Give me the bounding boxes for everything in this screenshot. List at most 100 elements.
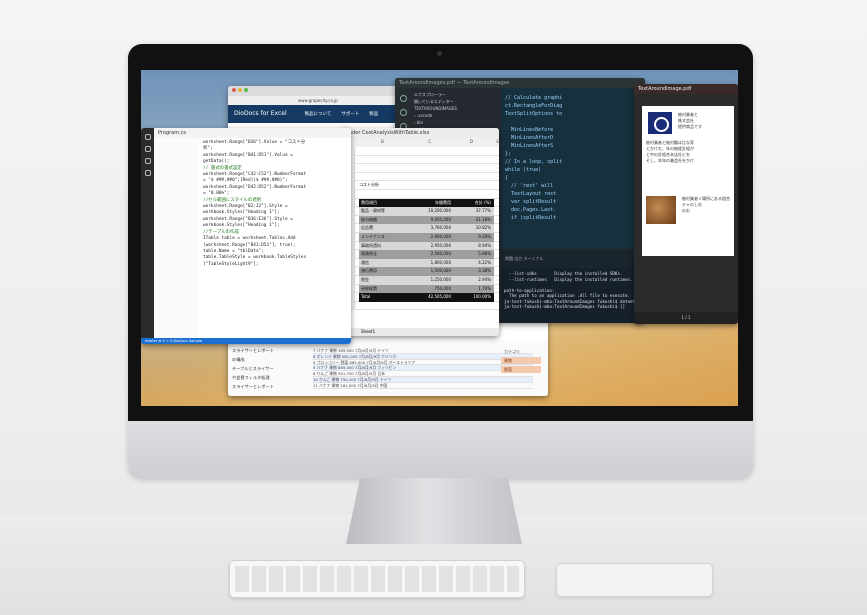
side-item[interactable]: スライサーとレポート [232, 346, 312, 355]
table-cell[interactable]: 2,950,000 [411, 242, 451, 251]
column-header[interactable]: E [493, 138, 499, 147]
files-icon[interactable] [144, 134, 151, 140]
table-cell[interactable]: 750,000 [411, 285, 451, 294]
sheet-row: 46事務所賃料2,950,0008.94% [341, 241, 499, 251]
table-cell[interactable]: 37.77% [451, 207, 491, 216]
code-editor-dark[interactable]: // Calculate graphi ct.RectangleForDiag … [501, 88, 645, 248]
table-cell[interactable]: 事務所賃料 [359, 242, 411, 251]
explorer-item[interactable]: 開いているエディター [414, 98, 498, 105]
table-cell[interactable]: 42,505,000 [411, 293, 451, 302]
code-editor-window: Program.cs worksheet.Range["B36"].Value … [141, 128, 351, 344]
editor-gutter [154, 138, 199, 338]
explorer-item[interactable]: › bin [414, 119, 498, 126]
table-cell[interactable]: メンテナンス [359, 233, 411, 242]
panel-tabs[interactable]: 問題 出力 ターミナル [501, 250, 645, 268]
sheet-row: 43給与総額9,005,00021.18% [341, 215, 499, 225]
search-icon[interactable] [144, 146, 151, 152]
table-cell[interactable]: 税金 [359, 276, 411, 285]
column-header[interactable]: C [410, 138, 450, 147]
sheet-row: 37 [341, 164, 499, 173]
terminal-output[interactable]: --list-sdks Display the installed SDKs. … [501, 268, 645, 323]
table-cell[interactable]: 3,760,000 [411, 224, 451, 233]
table-cell[interactable]: 通信 [359, 259, 411, 268]
code-lines[interactable]: worksheet.Range["B36"].Value = "コスト分 析"; w… [203, 140, 349, 268]
vscode-titlebar: TextAroundImages.pdf — TextAroundImages [395, 78, 645, 88]
table-cell[interactable]: 費用項目 [359, 199, 411, 208]
table-row: メンテナンス 2,960,000 9.28% [359, 232, 494, 242]
table-cell[interactable]: 給与総額 [359, 216, 411, 225]
table-cell[interactable]: 広告費 [359, 224, 411, 233]
site-data-table: 7 バナナ 果物 165,000 7月/8月/9月 ドイツ 8 オレンジ 果物 … [313, 348, 533, 389]
pdf-toolbar[interactable]: 1 / 1 [634, 312, 738, 324]
table-cell[interactable]: 9.28% [451, 233, 491, 242]
table-cell[interactable]: 10,200,000 [411, 207, 451, 216]
table-row: 費用項目 年間費用 合計 (%) [359, 198, 494, 208]
pdf-text-lower: 柚村業者ミ場所にある組合 キャのし社 のお [682, 196, 730, 213]
column-header[interactable]: B [356, 138, 408, 147]
table-cell[interactable]: 4.22% [451, 259, 491, 268]
column-header[interactable]: D [451, 138, 491, 147]
sheet-row: 50税金1,250,0002.94% [341, 275, 499, 285]
camera-icon [437, 51, 442, 56]
company-logo-icon [648, 112, 672, 134]
search-icon[interactable] [399, 109, 407, 116]
table-cell[interactable]: 5.88% [451, 250, 491, 259]
table-cell[interactable]: 年間費用 [411, 199, 451, 208]
editor-tab[interactable]: Program.cs [154, 128, 351, 138]
table-cell[interactable]: 1,250,000 [411, 276, 451, 285]
table-cell[interactable]: 21.18% [451, 216, 491, 225]
table-cell[interactable]: 保険保全 [359, 250, 411, 259]
table-row: 通信 1,800,000 4.22% [359, 258, 494, 268]
side-item[interactable]: テーブルとスライサー [232, 364, 312, 373]
table-cell[interactable]: 2,500,000 [411, 250, 451, 259]
pdf-viewer-window: TextAroundImage.pdf 柚村業者と 株式会社 提供商品です 柚村… [634, 84, 738, 324]
table-cell[interactable]: 9,005,000 [411, 216, 451, 225]
sheet-row: 45メンテナンス2,960,0009.28% [341, 232, 499, 242]
pdf-titlebar: TextAroundImage.pdf [634, 84, 738, 94]
table-cell[interactable]: 3.38% [451, 267, 491, 276]
sheet-row: 41費用項目年間費用合計 (%) [341, 198, 499, 208]
table-cell[interactable]: 2,960,000 [411, 233, 451, 242]
table-cell[interactable]: 製品・資材等 [359, 207, 411, 216]
sheet-tab[interactable]: Sheet1 [341, 328, 499, 336]
table-cell[interactable]: 研修経費 [359, 285, 411, 294]
side-item[interactable]: スライサーとレポート [232, 382, 312, 391]
table-cell[interactable]: 10.82% [451, 224, 491, 233]
sheet-row: 47保険保全2,500,0005.88% [341, 250, 499, 259]
table-cell[interactable]: 8.94% [451, 242, 491, 251]
table-cell[interactable]: 旅行費用 [359, 267, 411, 276]
files-icon[interactable] [399, 95, 407, 102]
table-cell[interactable]: 100.00% [451, 293, 491, 302]
table-row: 11 バナナ 果物 181,000 7月/8月/9月 中国 [313, 383, 533, 389]
sheet-row: 39コスト分析 [341, 181, 499, 190]
keyboard [229, 560, 525, 598]
table-cell[interactable]: Total [359, 293, 411, 302]
site-side-list: スライサーとレポート の構成 テーブルとスライサー や並替フィルタ処理 スライサ… [232, 346, 312, 391]
sheet-row: 49旅行費用1,500,0003.38% [341, 267, 499, 276]
side-item[interactable]: や並替フィルタ処理 [232, 373, 312, 382]
trackpad [556, 563, 713, 597]
slicer-tag[interactable]: 野菜 [501, 366, 541, 373]
explorer-item[interactable]: › .vscode [414, 112, 498, 119]
table-cell[interactable]: 1,500,000 [411, 267, 451, 276]
nav-item-shop[interactable]: 製品 [369, 112, 378, 117]
nav-item-products[interactable]: 製品について [305, 112, 332, 117]
monitor-screen: www.grapecity.co.jp DioDocs for Excel 製品… [141, 70, 738, 406]
explorer-title: エクスプローラー [414, 92, 446, 97]
extensions-icon[interactable] [144, 170, 151, 176]
site-title[interactable]: DioDocs for Excel [234, 110, 287, 117]
table-cell[interactable]: 1,800,000 [411, 259, 451, 268]
sheet-grid[interactable]: 3536373839コスト分析4041費用項目年間費用合計 (%)42製品・資材… [341, 147, 499, 311]
side-item[interactable]: の構成 [232, 355, 312, 364]
nav-item-support[interactable]: サポート [341, 112, 359, 117]
category-slicer: カテゴリ 果物 野菜 [501, 348, 541, 375]
table-row: 旅行費用 1,500,000 3.38% [359, 267, 494, 276]
slicer-header: カテゴリ [504, 349, 520, 354]
table-cell[interactable]: 1.76% [451, 285, 491, 294]
slicer-tag[interactable]: 果物 [501, 357, 541, 364]
table-cell[interactable]: 2.94% [451, 276, 491, 285]
debug-icon[interactable] [144, 158, 151, 164]
explorer-item[interactable]: TEXTAROUNDIMAGES [414, 105, 498, 112]
table-row: Total 42,505,000 100.00% [359, 293, 494, 302]
table-cell[interactable]: 合計 (%) [451, 199, 491, 208]
